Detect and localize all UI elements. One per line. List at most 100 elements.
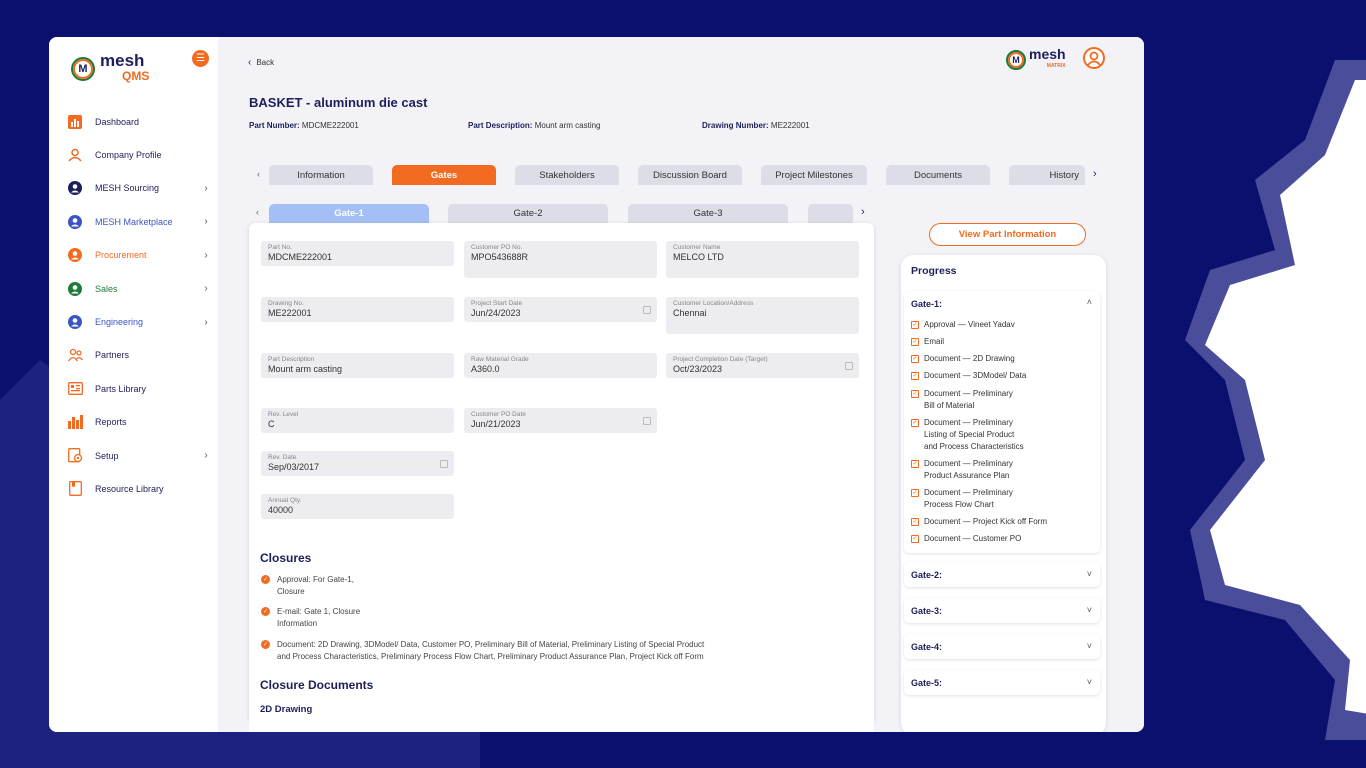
calendar-icon[interactable] [845,362,853,370]
progress-gate-5[interactable]: Gate-5: ˅ [904,670,1100,695]
drawing-no-field[interactable]: Drawing No. ME222001 [261,297,454,322]
tab-history[interactable]: History [1009,165,1085,185]
user-outline-icon [67,147,83,163]
chevron-up-icon[interactable]: ˄ [1087,297,1092,307]
library-icon [67,381,83,397]
field-value: Chennai [673,308,707,318]
field-value: MELCO LTD [673,252,724,262]
drawing-number-meta: Drawing Number: ME222001 [702,121,810,130]
sidebar-item-mesh-marketplace[interactable]: MESH Marketplace › [67,205,212,238]
raw-material-grade-field[interactable]: Raw Material Grade A360.0 [464,353,657,378]
check-circle-icon: ✓ [261,607,270,616]
progress-item-text: Document — 3DModel/ Data [924,371,1027,380]
sidebar-item-label: Company Profile [95,150,162,161]
menu-toggle-icon[interactable]: ☰ [192,50,209,67]
sidebar-item-reports[interactable]: Reports [67,406,212,439]
back-link[interactable]: ‹ Back [248,57,274,68]
tab-stakeholders[interactable]: Stakeholders [515,165,619,185]
progress-item-text: Document — Preliminary [924,488,1013,497]
closure-documents-heading: Closure Documents [260,678,374,692]
part-number-value: MDCME222001 [301,121,359,130]
customer-po-no-field[interactable]: Customer PO No. MPO543688R [464,241,657,278]
progress-item-text: Process Flow Chart [924,500,994,509]
chevron-left-icon[interactable]: ‹ [256,207,259,217]
tab-gates[interactable]: Gates [392,165,496,185]
customer-location-field[interactable]: Customer Location/Address Chennai [666,297,859,334]
chevron-right-icon: › [204,216,208,228]
logo-badge-icon: M [71,56,95,81]
chevron-right-icon[interactable]: › [861,206,865,218]
sidebar-item-procurement[interactable]: Procurement › [67,239,212,272]
sidebar-item-resource-library[interactable]: Resource Library [67,472,212,505]
sidebar-item-label: Partners [95,350,130,361]
progress-gate-4[interactable]: Gate-4: ˅ [904,634,1100,659]
progress-item: ✓ Document — Customer PO [911,533,1091,545]
project-completion-date-field[interactable]: Project Completion Date (Target) Oct/23/2… [666,353,859,378]
tab-gate-1[interactable]: Gate-1 [269,204,429,223]
tab-gate-2[interactable]: Gate-2 [448,204,608,223]
field-label: Customer Name [673,244,721,251]
chevron-right-icon[interactable]: › [1093,168,1097,180]
closure-doc-subheading: 2D Drawing [260,704,313,715]
tab-gate-3[interactable]: Gate-3 [628,204,788,223]
calendar-icon[interactable] [440,460,448,468]
part-description-field[interactable]: Part Description Mount arm casting [261,353,454,378]
progress-item-text: Listing of Special Product [924,430,1015,439]
sidebar-item-company-profile[interactable]: Company Profile [67,138,212,171]
tab-documents[interactable]: Documents [886,165,990,185]
sidebar-item-mesh-sourcing[interactable]: MESH Sourcing › [67,172,212,205]
field-label: Project Completion Date (Target) [673,356,768,363]
sidebar-item-parts-library[interactable]: Parts Library [67,372,212,405]
sidebar-item-label: MESH Marketplace [95,216,173,227]
tab-information[interactable]: Information [269,165,373,185]
sidebar-item-label: Parts Library [95,383,147,394]
gate-heading[interactable]: Gate-1: [911,299,942,309]
field-value: Oct/23/2023 [673,364,723,374]
calendar-icon[interactable] [643,306,651,314]
progress-gate-3[interactable]: Gate-3: ˅ [904,598,1100,623]
progress-item: ✓ Document — 2D Drawing [911,353,1091,365]
field-label: Part Description [268,356,315,363]
calendar-icon[interactable] [643,417,651,425]
sidebar-item-label: Sales [95,283,118,294]
bar-chart-icon [67,114,83,130]
chevron-down-icon: ˅ [1086,569,1092,579]
field-value: MDCME222001 [268,252,333,262]
progress-item-text: Document — Preliminary [924,389,1013,398]
gate-heading: Gate-2: [911,570,943,580]
closure-line: and Process Characteristics, Preliminary… [277,652,704,661]
field-label: Rev. Level [268,411,299,418]
customer-name-field[interactable]: Customer Name MELCO LTD [666,241,859,278]
sidebar-item-dashboard[interactable]: Dashboard [67,105,212,138]
tab-discussion-board[interactable]: Discussion Board [638,165,742,185]
progress-item-text: Document — 2D Drawing [924,354,1015,363]
tab-project-milestones[interactable]: Project Milestones [761,165,867,185]
customer-po-date-field[interactable]: Customer PO Date Jun/21/2023 [464,408,657,433]
part-description-meta: Part Description: Mount arm casting [468,121,601,130]
progress-gate-2[interactable]: Gate-2: ˅ [904,562,1100,587]
chevron-left-icon[interactable]: ‹ [257,169,260,179]
user-circle-icon [67,281,83,297]
view-part-information-button[interactable]: View Part Information [929,223,1086,246]
closure-line: Closure [277,587,305,596]
sidebar-item-setup[interactable]: Setup › [67,439,212,472]
sidebar-item-partners[interactable]: Partners [67,339,212,372]
gate-tabs: ‹ Gate-1 Gate-2 Gate-3 › [256,204,868,223]
annual-qty-field[interactable]: Annual Qty. 40000 [261,494,454,519]
progress-item: ✓ Email [911,336,1091,348]
main-content: ‹ Back M mesh MATRIX BASKET - aluminum di… [218,37,1144,732]
main-tabs: ‹ Information Gates Stakeholders Discuss… [248,165,1108,185]
rev-level-field[interactable]: Rev. Level C [261,408,454,433]
closure-item: ✓ Approval: For Gate-1, Closure [261,574,354,598]
project-start-date-field[interactable]: Project Start Date Jun/24/2023 [464,297,657,322]
tab-gate-4[interactable] [808,204,853,223]
sidebar-item-engineering[interactable]: Engineering › [67,305,212,338]
part-no-field[interactable]: Part No. MDCME222001 [261,241,454,266]
rev-date-field[interactable]: Rev. Date Sep/03/2017 [261,451,454,476]
field-label: Customer PO Date [471,411,526,418]
sidebar-item-sales[interactable]: Sales › [67,272,212,305]
chevron-right-icon: › [204,450,208,462]
gate-heading: Gate-3: [911,606,943,616]
progress-item: ✓ Document — 3DModel/ Data [911,370,1091,382]
user-avatar-icon[interactable] [1083,47,1105,69]
